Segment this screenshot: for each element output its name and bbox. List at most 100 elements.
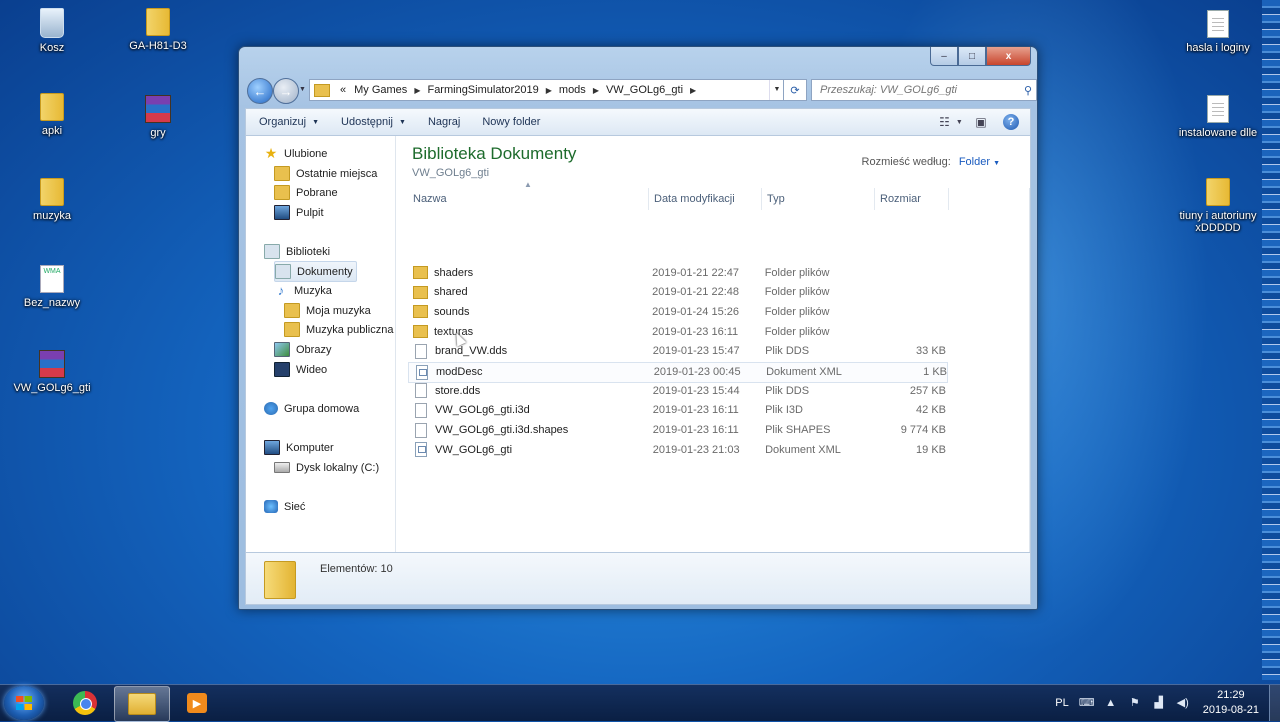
- recent-places-icon: [274, 166, 290, 181]
- search-box[interactable]: ⚲: [811, 79, 1037, 101]
- language-indicator[interactable]: PL: [1055, 697, 1068, 709]
- desktop-icon-label: tiuny i autoriuny xDDDDD: [1179, 210, 1257, 234]
- share-button[interactable]: Udostępnij ▼: [332, 109, 415, 135]
- view-options-button[interactable]: ☷ ▼: [939, 111, 963, 133]
- clock[interactable]: 21:29 2019-08-21: [1203, 688, 1259, 718]
- nav-pictures[interactable]: Obrazy: [274, 340, 331, 359]
- desktop-icon-recycle-bin[interactable]: Kosz: [10, 8, 94, 54]
- forward-button[interactable]: →: [273, 78, 299, 104]
- keyboard-icon[interactable]: ⌨: [1079, 696, 1095, 710]
- nav-public-music[interactable]: Muzyka publiczna: [284, 320, 393, 339]
- minimize-button[interactable]: –: [930, 47, 958, 66]
- file-row[interactable]: sounds 2019-01-24 15:26 Folder plików: [408, 302, 946, 321]
- maximize-button[interactable]: □: [958, 47, 986, 66]
- nav-desktop[interactable]: Pulpit: [274, 203, 324, 222]
- nav-homegroup[interactable]: Grupa domowa: [264, 399, 359, 418]
- close-button[interactable]: x: [986, 47, 1031, 66]
- folder-icon: [146, 8, 170, 36]
- desktop-icon-label: apki: [41, 125, 63, 137]
- file-row[interactable]: VW_GOLg6_gti 2019-01-23 21:03 Dokument XML…: [408, 440, 946, 459]
- file-size: 1 KB: [923, 366, 947, 378]
- column-header-date[interactable]: Data modyfikacji: [649, 188, 762, 210]
- taskbar-explorer[interactable]: [114, 686, 170, 722]
- show-desktop-button[interactable]: [1269, 685, 1280, 721]
- file-icon: [415, 422, 427, 438]
- desktop-icon-instalowane-dlle[interactable]: instalowane dlle: [1176, 95, 1260, 139]
- recent-pages-dropdown[interactable]: ▼: [299, 86, 306, 93]
- nav-computer[interactable]: Komputer: [264, 438, 334, 457]
- wma-badge: WMA: [43, 268, 61, 275]
- desktop-icon-hasla-i-loginy[interactable]: hasla i loginy: [1176, 10, 1260, 54]
- navigation-pane: ★ Ulubione Ostatnie miejsca Pobrane Pulpi…: [246, 136, 396, 552]
- help-button[interactable]: ?: [1000, 111, 1022, 133]
- desktop-icon-bez-nazwy[interactable]: WMA Bez_nazwy: [10, 265, 94, 309]
- breadcrumb-my-games[interactable]: My Games: [350, 84, 411, 96]
- file-date: 2019-01-23 00:45: [653, 366, 741, 378]
- desktop-icon-ga-h81-d3[interactable]: GA-H81-D3: [116, 8, 200, 52]
- file-row[interactable]: modDesc 2019-01-23 00:45 Dokument XML 1 KB: [408, 361, 948, 383]
- address-bar[interactable]: « My Games ▶ FarmingSimulator2019 ▶ mods…: [309, 79, 785, 101]
- file-row[interactable]: shared 2019-01-21 22:48 Folder plików: [408, 283, 946, 302]
- action-center-icon[interactable]: ⚑: [1127, 696, 1143, 710]
- preview-pane-button[interactable]: ▣: [970, 111, 992, 133]
- file-row[interactable]: VW_GOLg6_gti.i3d 2019-01-23 16:11 Plik I3D…: [408, 401, 946, 420]
- volume-icon[interactable]: ◀): [1175, 696, 1191, 710]
- desktop-icon-label: muzyka: [33, 210, 71, 222]
- breadcrumb-separator-icon[interactable]: ▶: [590, 86, 602, 95]
- network-signal-icon[interactable]: ▟: [1151, 696, 1167, 710]
- desktop-icon-tiuny[interactable]: tiuny i autoriuny xDDDDD: [1172, 178, 1264, 234]
- new-folder-button[interactable]: Nowy folder: [473, 109, 549, 135]
- file-size: 19 KB: [916, 443, 946, 456]
- desktop-icon-gry[interactable]: gry: [116, 95, 200, 139]
- nav-favorites[interactable]: ★ Ulubione: [264, 144, 328, 163]
- network-icon: [264, 500, 278, 513]
- burn-button[interactable]: Nagraj: [419, 109, 469, 135]
- organize-label: Organizuj: [259, 116, 307, 128]
- start-button[interactable]: [4, 686, 44, 720]
- desktop-icon-apki[interactable]: apki: [10, 93, 94, 137]
- nav-libraries[interactable]: Biblioteki: [264, 242, 330, 261]
- file-row[interactable]: shaders 2019-01-21 22:47 Folder plików: [408, 263, 946, 282]
- breadcrumb-separator-icon[interactable]: ▶: [411, 86, 423, 95]
- breadcrumb-vw-golg6-gti[interactable]: VW_GOLg6_gti: [602, 84, 687, 96]
- refresh-button[interactable]: ⟳: [783, 79, 807, 101]
- nav-label: Ostatnie miejsca: [296, 167, 378, 180]
- chevron-down-icon: ▼: [993, 160, 1000, 167]
- back-button[interactable]: ←: [247, 78, 273, 104]
- desktop-icon-vw-golg6-gti[interactable]: VW_GOLg6_gti: [10, 350, 94, 394]
- nav-documents[interactable]: Dokumenty: [274, 261, 357, 282]
- nav-local-disk[interactable]: Dysk lokalny (C:): [274, 458, 379, 477]
- column-header-size[interactable]: Rozmiar: [875, 188, 949, 210]
- file-row[interactable]: brand_VW.dds 2019-01-23 15:47 Plik DDS 33 K…: [408, 342, 946, 361]
- file-type: Dokument XML: [766, 366, 842, 378]
- taskbar-media-player[interactable]: ▶: [170, 686, 224, 720]
- breadcrumb-mods[interactable]: mods: [555, 84, 590, 96]
- folder-icon: [413, 285, 428, 299]
- address-dropdown-icon[interactable]: ▼: [769, 80, 784, 100]
- nav-downloads[interactable]: Pobrane: [274, 183, 338, 202]
- file-row[interactable]: store.dds 2019-01-23 15:44 Plik DDS 257 KB: [408, 381, 946, 400]
- file-row[interactable]: VW_GOLg6_gti.i3d.shapes 2019-01-23 16:11 P…: [408, 421, 946, 440]
- breadcrumb-overflow[interactable]: «: [336, 84, 350, 96]
- column-header-type[interactable]: Typ: [762, 188, 875, 210]
- organize-button[interactable]: Organizuj ▼: [250, 109, 328, 135]
- search-icon[interactable]: ⚲: [1024, 84, 1032, 97]
- show-hidden-icons-icon[interactable]: ▲: [1103, 696, 1119, 710]
- nav-recent-places[interactable]: Ostatnie miejsca: [274, 164, 377, 183]
- taskbar-chrome[interactable]: [58, 686, 112, 720]
- file-row[interactable]: texturas 2019-01-23 16:11 Folder plików: [408, 322, 946, 341]
- nav-music[interactable]: ♪ Muzyka: [274, 281, 332, 300]
- desktop-icon-muzyka[interactable]: muzyka: [10, 178, 94, 222]
- breadcrumb-farmingsimulator2019[interactable]: FarmingSimulator2019: [423, 84, 542, 96]
- breadcrumb-separator-icon[interactable]: ▶: [543, 86, 555, 95]
- nav-label: Muzyka publiczna: [306, 323, 394, 336]
- search-input[interactable]: [818, 83, 1012, 97]
- scrollbar[interactable]: [1029, 188, 1030, 552]
- nav-network[interactable]: Sieć: [264, 497, 305, 516]
- column-header-name[interactable]: Nazwa: [408, 188, 649, 210]
- breadcrumb-separator-icon[interactable]: ▶: [687, 86, 699, 95]
- nav-my-music[interactable]: Moja muzyka: [284, 301, 371, 320]
- arrange-by-dropdown[interactable]: Folder ▼: [959, 156, 1000, 168]
- nav-videos[interactable]: Wideo: [274, 360, 327, 379]
- desktop-icon-label: hasla i loginy: [1186, 42, 1250, 54]
